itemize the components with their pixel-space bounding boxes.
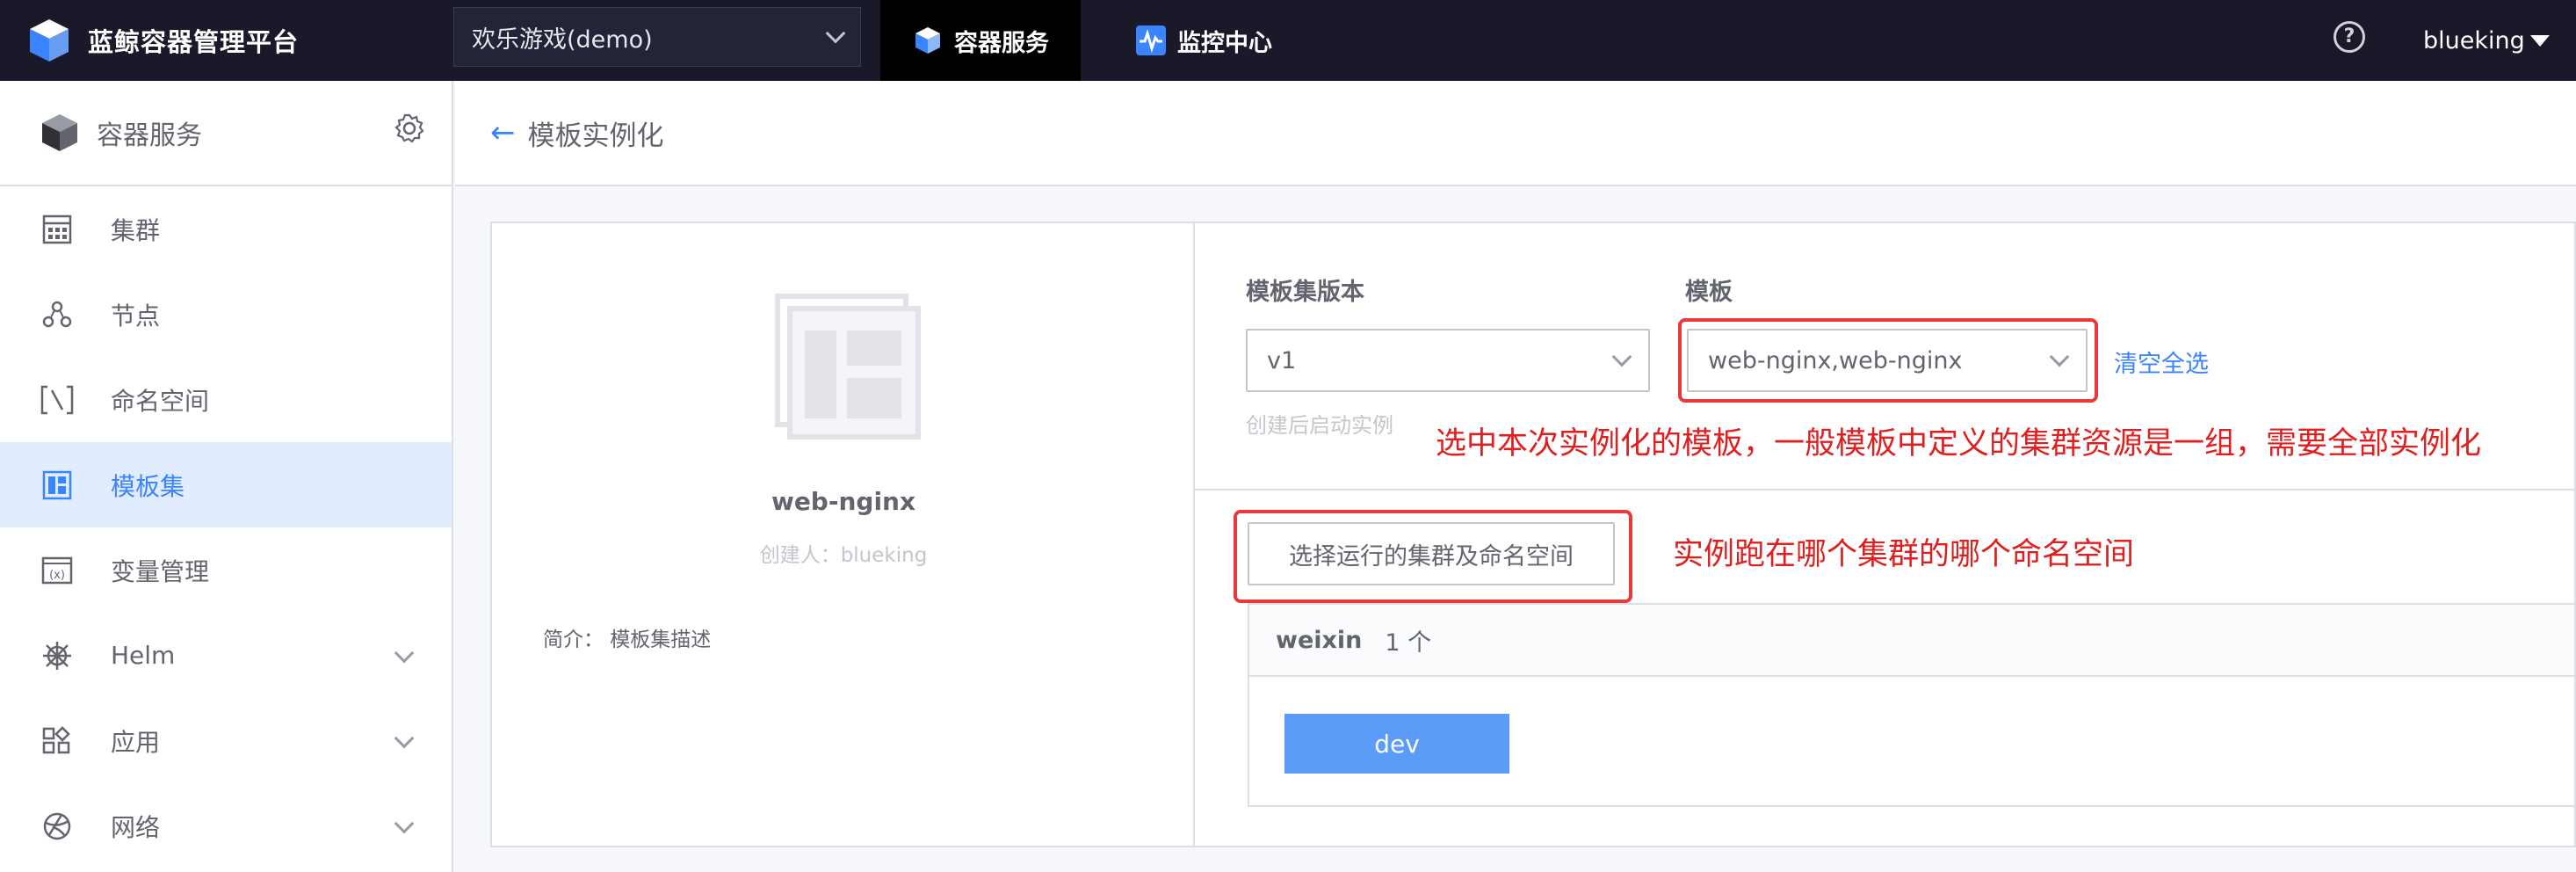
- template-icon: [40, 469, 74, 502]
- version-hint: 创建后启动实例: [1246, 413, 1393, 438]
- page-title: 模板实例化: [527, 120, 664, 152]
- svg-text:(x): (x): [49, 569, 65, 582]
- app-icon: [40, 724, 74, 758]
- namespace-tag[interactable]: dev: [1284, 714, 1509, 774]
- version-label: 模板集版本: [1246, 279, 1364, 306]
- top-bar: 蓝鲸容器管理平台 欢乐游戏(demo) 容器服务 监控中心 ? blueking: [0, 0, 2576, 81]
- template-name: web-nginx: [771, 487, 916, 516]
- sidebar-title: 容器服务: [97, 120, 202, 151]
- sidebar-item-label: 网络: [111, 812, 161, 842]
- version-select-value: v1: [1267, 346, 1297, 374]
- monitor-icon: [1136, 25, 1166, 55]
- sidebar-item-label: 集群: [111, 215, 161, 245]
- network-icon: [40, 810, 74, 843]
- sidebar: 容器服务 集群 节点 命名空间 模板集 (x) 变量管理 Helm 应用 网络: [0, 81, 453, 872]
- username: blueking: [2423, 26, 2525, 54]
- template-select-value: web-nginx,web-nginx: [1708, 346, 1963, 374]
- sidebar-item-label: 应用: [111, 727, 161, 757]
- chevron-down-icon: [394, 728, 415, 749]
- cube-icon: [42, 114, 77, 151]
- sidebar-item-namespace[interactable]: 命名空间: [0, 357, 452, 442]
- cluster-icon: [40, 213, 74, 246]
- cube-icon: [915, 27, 940, 54]
- sidebar-item-node[interactable]: 节点: [0, 272, 452, 357]
- user-menu[interactable]: blueking: [2423, 0, 2550, 81]
- sidebar-item-network[interactable]: 网络: [0, 783, 452, 868]
- sidebar-item-label: 节点: [111, 301, 161, 331]
- template-select[interactable]: web-nginx,web-nginx: [1687, 329, 2088, 392]
- version-select[interactable]: v1: [1246, 329, 1650, 392]
- page-header: ← 模板实例化: [455, 81, 2576, 186]
- template-description: 简介： 模板集描述: [543, 629, 712, 651]
- gear-icon[interactable]: [394, 113, 425, 144]
- sidebar-item-variable[interactable]: (x) 变量管理: [0, 527, 452, 613]
- brand-name: 蓝鲸容器管理平台: [88, 27, 300, 57]
- sidebar-item-label: 变量管理: [111, 556, 210, 586]
- chevron-down-icon: [394, 813, 415, 834]
- sidebar-item-cluster[interactable]: 集群: [0, 186, 452, 272]
- variable-icon: (x): [40, 554, 74, 587]
- divider: [1195, 489, 2576, 490]
- sidebar-item-label: 模板集: [111, 471, 185, 501]
- sidebar-item-template[interactable]: 模板集: [0, 442, 452, 527]
- cluster-panel: weixin 1 个 dev: [1248, 603, 2576, 807]
- clear-all-link[interactable]: 清空全选: [2114, 345, 2209, 379]
- sidebar-item-label: 命名空间: [111, 386, 210, 416]
- chevron-down-icon: [2049, 346, 2070, 367]
- sidebar-header: 容器服务: [0, 81, 452, 186]
- template-label: 模板: [1685, 279, 1733, 306]
- select-cluster-namespace-button[interactable]: 选择运行的集群及命名空间: [1248, 522, 1615, 585]
- cluster-count: 1 个: [1385, 629, 1432, 657]
- node-icon: [40, 298, 74, 331]
- help-icon[interactable]: ?: [2334, 21, 2365, 53]
- tab-container-service[interactable]: 容器服务: [880, 0, 1081, 81]
- cube-logo-icon: [30, 19, 69, 62]
- sidebar-item-app[interactable]: 应用: [0, 698, 452, 783]
- cluster-name: weixin: [1276, 626, 1363, 654]
- brand[interactable]: 蓝鲸容器管理平台: [25, 0, 299, 81]
- project-select[interactable]: 欢乐游戏(demo): [453, 7, 861, 67]
- back-arrow-icon[interactable]: ←: [490, 115, 516, 150]
- chevron-down-icon: [1611, 346, 1632, 367]
- helm-icon: [40, 639, 74, 672]
- sidebar-item-helm[interactable]: Helm: [0, 613, 452, 698]
- template-annotation: 选中本次实例化的模板，一般模板中定义的集群资源是一组，需要全部实例化: [1436, 426, 2482, 461]
- chevron-down-icon: [394, 643, 415, 664]
- template-large-icon: [775, 294, 921, 440]
- template-info-panel: web-nginx 创建人：blueking 简介： 模板集描述: [492, 223, 1195, 846]
- template-creator: 创建人：blueking: [759, 544, 928, 567]
- namespace-icon: [40, 383, 74, 417]
- cluster-annotation: 实例跑在哪个集群的哪个命名空间: [1673, 537, 2135, 572]
- tab-label: 容器服务: [954, 29, 1049, 57]
- sidebar-item-label: Helm: [111, 641, 176, 670]
- project-select-value: 欢乐游戏(demo): [472, 25, 653, 54]
- cluster-header: weixin 1 个: [1249, 605, 2574, 677]
- chevron-down-icon: [825, 23, 846, 44]
- tab-label: 监控中心: [1177, 29, 1272, 57]
- tab-monitor-center[interactable]: 监控中心: [1103, 0, 1304, 81]
- caret-down-icon: [2529, 34, 2550, 47]
